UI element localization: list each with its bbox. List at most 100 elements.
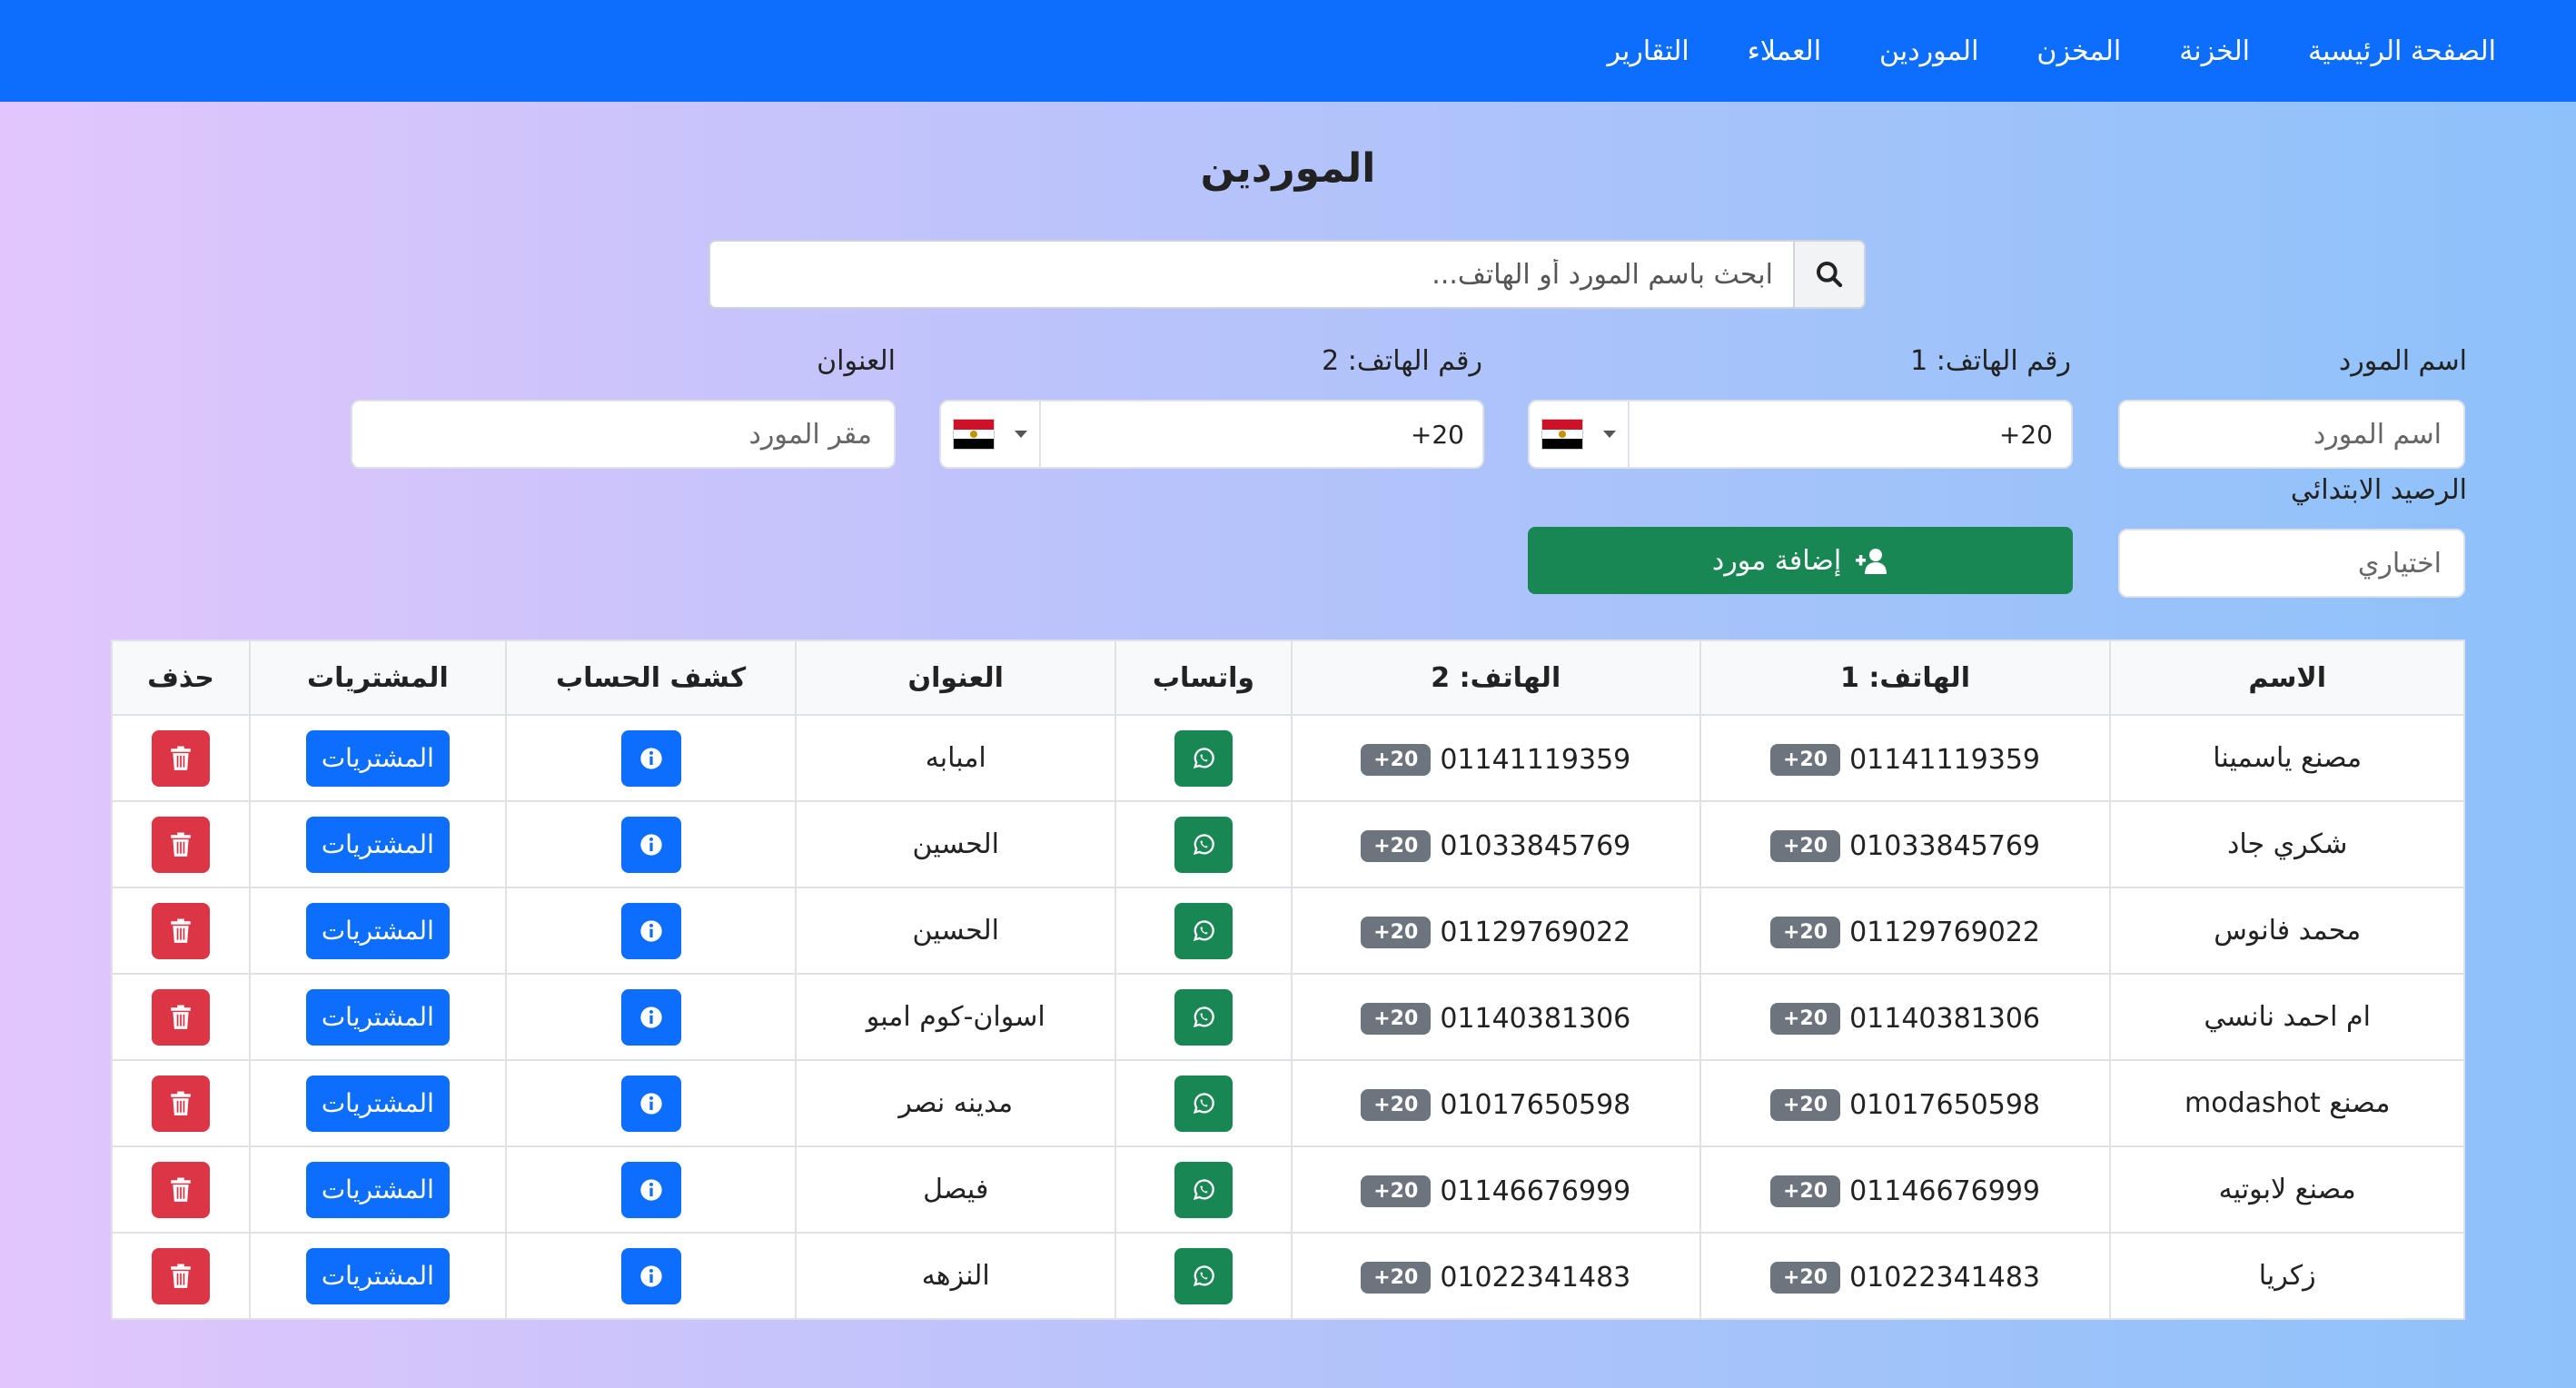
user-plus-icon: [1856, 549, 1887, 574]
whatsapp-icon: [1193, 747, 1214, 768]
whatsapp-icon: [1193, 919, 1214, 941]
whatsapp-cell: [1115, 1059, 1293, 1147]
info-icon: [639, 833, 662, 856]
account-statement-button[interactable]: [620, 1161, 681, 1218]
account-statement-button[interactable]: [620, 902, 681, 959]
statement-cell: [504, 887, 798, 975]
phone1-cell: +20 01146676999: [1699, 1145, 2112, 1234]
table-row: ام احمد نانسي +20 01140381306 +20 01140381…: [111, 973, 2465, 1061]
purchases-cell: المشتريات: [248, 800, 507, 888]
search-icon: [1817, 262, 1843, 288]
whatsapp-button[interactable]: [1174, 988, 1233, 1046]
supplier-name: زكريا: [2109, 1232, 2465, 1320]
delete-button[interactable]: [151, 988, 210, 1046]
table-row: زكريا +20 01022341483 +20 01022341483 النز…: [111, 1232, 2465, 1320]
whatsapp-icon: [1193, 1264, 1214, 1286]
account-statement-button[interactable]: [620, 816, 681, 873]
purchases-button[interactable]: المشتريات: [305, 1075, 450, 1132]
whatsapp-button[interactable]: [1174, 1161, 1233, 1218]
country-code-badge: +20: [1770, 1261, 1841, 1294]
col-delete: حذف: [111, 639, 251, 716]
egypt-flag-icon: [1541, 419, 1583, 450]
nav-home[interactable]: الصفحة الرئيسية: [2308, 35, 2496, 67]
whatsapp-icon: [1193, 1092, 1214, 1114]
account-statement-button[interactable]: [620, 988, 681, 1046]
whatsapp-button[interactable]: [1174, 816, 1233, 873]
table-header-row: الاسم الهاتف: 1 الهاتف: 2 واتساب العنوان…: [111, 639, 2465, 716]
whatsapp-cell: [1115, 800, 1293, 888]
country-code-badge: +20: [1361, 829, 1432, 862]
whatsapp-icon: [1193, 1178, 1214, 1200]
delete-cell: [111, 1059, 251, 1147]
purchases-cell: المشتريات: [248, 887, 507, 975]
suppliers-table: الاسم الهاتف: 1 الهاتف: 2 واتساب العنوان…: [111, 639, 2465, 1320]
statement-cell: [504, 800, 798, 888]
country-code-badge: +20: [1361, 916, 1432, 948]
address-cell: الحسين: [795, 800, 1117, 888]
purchases-button[interactable]: المشتريات: [305, 988, 450, 1046]
account-statement-button[interactable]: [620, 729, 681, 787]
nav-customers[interactable]: العملاء: [1748, 35, 1821, 67]
delete-button[interactable]: [151, 816, 210, 873]
phone2-cell: +20 01146676999: [1290, 1145, 1701, 1234]
whatsapp-cell: [1115, 1145, 1293, 1234]
phone2-input[interactable]: [1041, 402, 1482, 467]
delete-button[interactable]: [151, 729, 210, 787]
address-input[interactable]: [351, 400, 896, 469]
nav-reports[interactable]: التقارير: [1608, 35, 1689, 67]
country-code-badge: +20: [1770, 916, 1841, 948]
supplier-name: مصنع modashot: [2109, 1059, 2465, 1147]
table-row: مصنع لابوتيه +20 01146676999 +20 011466769…: [111, 1145, 2465, 1234]
nav-suppliers[interactable]: الموردين: [1879, 35, 1978, 67]
delete-button[interactable]: [151, 902, 210, 959]
phone2-country-select[interactable]: [941, 402, 1041, 467]
address-label: العنوان: [817, 345, 896, 377]
account-statement-button[interactable]: [620, 1075, 681, 1132]
address-cell: اسوان-كوم امبو: [795, 973, 1117, 1061]
trash-icon: [171, 1177, 191, 1202]
add-supplier-label: إضافة مورد: [1711, 544, 1842, 577]
search-button[interactable]: [1793, 240, 1866, 309]
supplier-name: مصنع ياسمينا: [2109, 714, 2465, 802]
address-cell: فيصل: [795, 1145, 1117, 1234]
delete-cell: [111, 973, 251, 1061]
add-supplier-button[interactable]: إضافة مورد: [1528, 527, 2073, 594]
col-whatsapp: واتساب: [1115, 639, 1293, 716]
trash-icon: [171, 832, 191, 857]
initial-balance-input[interactable]: [2118, 529, 2465, 598]
phone2-cell: +20 01141119359: [1290, 714, 1701, 802]
nav-treasury[interactable]: الخزنة: [2179, 35, 2250, 67]
purchases-button[interactable]: المشتريات: [305, 1161, 450, 1218]
purchases-button[interactable]: المشتريات: [305, 729, 450, 787]
purchases-button[interactable]: المشتريات: [305, 1247, 450, 1304]
phone1-country-select[interactable]: [1530, 402, 1630, 467]
supplier-name-input[interactable]: [2118, 400, 2465, 469]
supplier-name: مصنع لابوتيه: [2109, 1145, 2465, 1234]
account-statement-button[interactable]: [620, 1247, 681, 1304]
page-title: الموردين: [1200, 145, 1376, 192]
chevron-down-icon: [1603, 431, 1616, 438]
country-code-badge: +20: [1361, 743, 1432, 776]
nav-warehouse[interactable]: المخزن: [2036, 35, 2121, 67]
phone1-input[interactable]: [1630, 402, 2071, 467]
table-row: شكري جاد +20 01033845769 +20 01033845769 ا…: [111, 800, 2465, 888]
whatsapp-cell: [1115, 887, 1293, 975]
country-code-badge: +20: [1361, 1002, 1432, 1035]
whatsapp-button[interactable]: [1174, 729, 1233, 787]
delete-button[interactable]: [151, 1161, 210, 1218]
whatsapp-button[interactable]: [1174, 1075, 1233, 1132]
purchases-cell: المشتريات: [248, 714, 507, 802]
statement-cell: [504, 1232, 798, 1320]
search-input[interactable]: [708, 240, 1793, 309]
table-row: مصنع modashot +20 01017650598 +20 01017650…: [111, 1059, 2465, 1147]
purchases-button[interactable]: المشتريات: [305, 902, 450, 959]
delete-button[interactable]: [151, 1247, 210, 1304]
delete-button[interactable]: [151, 1075, 210, 1132]
whatsapp-cell: [1115, 714, 1293, 802]
whatsapp-button[interactable]: [1174, 1247, 1233, 1304]
purchases-button[interactable]: المشتريات: [305, 816, 450, 873]
country-code-badge: +20: [1770, 829, 1841, 862]
phone2-cell: +20 01022341483: [1290, 1232, 1701, 1320]
whatsapp-button[interactable]: [1174, 902, 1233, 959]
phone1-cell: +20 01022341483: [1699, 1232, 2112, 1320]
